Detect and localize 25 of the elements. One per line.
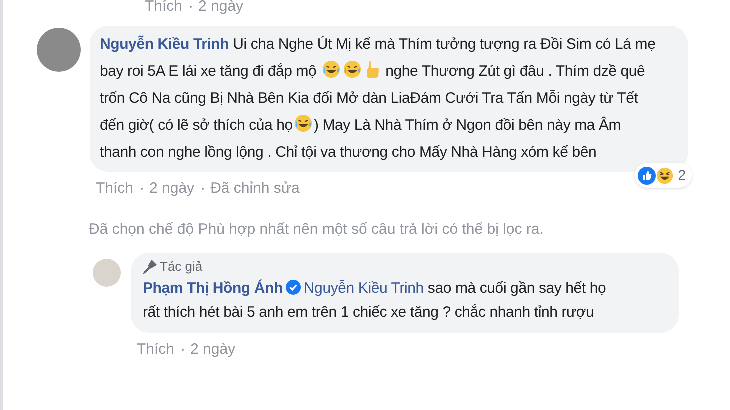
laughing-face-icon <box>322 60 341 79</box>
like-link[interactable]: Thích <box>96 178 134 200</box>
dot-separator-icon <box>202 188 204 190</box>
laughing-face-icon <box>294 114 313 133</box>
action-text: 2 ngày <box>190 340 236 360</box>
dot-separator-icon <box>190 6 192 8</box>
microphone-icon <box>143 260 157 274</box>
like-reaction-icon <box>638 166 656 184</box>
reactions-badge[interactable]: 2 <box>635 163 692 188</box>
avatar[interactable] <box>37 28 81 72</box>
dot-separator-icon <box>140 188 143 190</box>
reaction-count: 2 <box>678 166 687 185</box>
laughing-reaction-icon <box>656 166 674 184</box>
comment-text: Nguyễn Kiều Trinh Ui cha Nghe Út Mị kể mà Thím tưởng tượng ra Đồi Sim có Lá mẹ bay roi 5A E lái xe tăng đi đắp mộ nghe Thương Zút gì đâu . Thím dzề quê trốn Cô Na cũng Bị Nhà Bên Kia đối Mở dàn LiaĐám Cưới Tra Tấn Mỗi ngày từ Tết đến giờ( có lẽ sở thích của họ ) May Là Nhà Thím ở Ngon đồi bên này ma Âm thanh con nghe lồng lộng . Chỉ tội va thương cho Mấy Nhà Hàng xóm kế bên <box>100 34 657 163</box>
filter-notice: Đã chọn chế độ Phù hợp nhất nên một số câu trả lời có thể bị lọc ra. <box>89 220 545 240</box>
author-label: Tác giả <box>160 258 203 276</box>
action-text: 2 ngày <box>198 0 244 14</box>
action-text: 2 ngày <box>150 179 195 199</box>
laughing-face-icon <box>342 60 362 79</box>
reply-text: Phạm Thị Hồng Ánh Nguyễn Kiều Trinh sao mà cuối gần say hết họ rất thích hét bài 5 anh em trên 1 chiếc xe tăng ? chắc nhanh tỉnh rượu <box>143 278 608 322</box>
mention-link[interactable]: Nguyễn Kiều Trinh <box>304 280 424 296</box>
like-link[interactable]: Thích <box>145 0 183 14</box>
dot-separator-icon <box>182 348 184 351</box>
action-text: Đã chỉnh sửa <box>210 179 300 199</box>
like-link[interactable]: Thích <box>137 338 175 361</box>
